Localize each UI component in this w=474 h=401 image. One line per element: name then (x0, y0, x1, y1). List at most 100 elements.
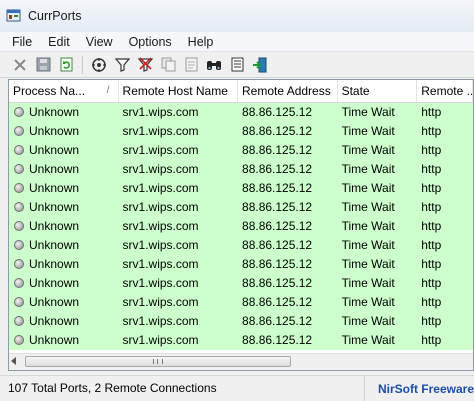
state-cell: Time Wait (341, 181, 395, 195)
remote-port-cell: http (421, 257, 442, 271)
remote-host-name-cell: srv1.wips.com (122, 105, 199, 119)
remote-host-name-cell: srv1.wips.com (122, 257, 199, 271)
remote-host-name-cell: srv1.wips.com (122, 200, 199, 214)
close-connections-icon[interactable] (10, 55, 30, 75)
remote-host-name-cell: srv1.wips.com (122, 238, 199, 252)
remote-host-name-cell: srv1.wips.com (122, 181, 199, 195)
state-cell: Time Wait (341, 238, 395, 252)
process-name-cell: Unknown (9, 122, 119, 141)
remote-address-cell: 88.86.125.12 (242, 257, 313, 271)
remote-address-cell: 88.86.125.12 (242, 124, 313, 138)
exit-icon[interactable] (250, 55, 270, 75)
table-row[interactable]: Unknown srv1.wips.com 88.86.125.12 Time Wai… (9, 103, 473, 122)
remote-port-cell: http (421, 162, 442, 176)
window-title: CurrPorts (28, 9, 82, 23)
process-status-icon (14, 297, 24, 307)
remote-host-name-cell: srv1.wips.com (122, 314, 199, 328)
remote-host-name-cell: srv1.wips.com (122, 219, 199, 233)
process-status-icon (14, 335, 24, 345)
remote-port-cell: http (421, 238, 442, 252)
process-status-icon (14, 183, 24, 193)
process-name-cell: Unknown (9, 293, 119, 312)
process-name-cell: Unknown (9, 331, 119, 350)
remote-address-cell: 88.86.125.12 (242, 105, 313, 119)
process-name-cell: Unknown (9, 160, 119, 179)
copy-icon[interactable] (158, 55, 178, 75)
horizontal-scrollbar[interactable] (9, 353, 473, 370)
state-cell: Time Wait (341, 162, 395, 176)
list-rows: Unknown srv1.wips.com 88.86.125.12 Time Wai… (9, 103, 473, 350)
remote-address-cell: 88.86.125.12 (242, 143, 313, 157)
menu-options[interactable]: Options (121, 32, 180, 52)
refresh-icon[interactable] (56, 55, 76, 75)
column-header-remote-address[interactable]: Remote Address (238, 80, 338, 102)
process-name-cell: Unknown (9, 312, 119, 331)
title-bar[interactable]: CurrPorts (0, 0, 474, 32)
remote-port-cell: http (421, 181, 442, 195)
remote-host-name-cell: srv1.wips.com (122, 143, 199, 157)
app-icon (6, 9, 21, 22)
table-row[interactable]: Unknown srv1.wips.com 88.86.125.12 Time Wai… (9, 198, 473, 217)
process-status-icon (14, 164, 24, 174)
process-status-icon (14, 126, 24, 136)
menu-help[interactable]: Help (180, 32, 222, 52)
scrollbar-thumb[interactable] (25, 356, 291, 367)
column-header-state[interactable]: State (338, 80, 418, 102)
table-row[interactable]: Unknown srv1.wips.com 88.86.125.12 Time Wai… (9, 331, 473, 350)
remote-port-cell: http (421, 105, 442, 119)
remote-port-cell: http (421, 124, 442, 138)
process-name-cell: Unknown (9, 274, 119, 293)
process-name-cell: Unknown (9, 179, 119, 198)
menu-view[interactable]: View (78, 32, 121, 52)
remote-port-cell: http (421, 143, 442, 157)
process-status-icon (14, 145, 24, 155)
state-cell: Time Wait (341, 219, 395, 233)
remote-port-cell: http (421, 295, 442, 309)
process-status-icon (14, 278, 24, 288)
html-report-icon[interactable] (227, 55, 247, 75)
remove-filter-icon[interactable] (135, 55, 155, 75)
remote-port-cell: http (421, 314, 442, 328)
process-status-icon (14, 107, 24, 117)
remote-host-name-cell: srv1.wips.com (122, 295, 199, 309)
ports-list[interactable]: Process Na... / Remote Host Name Remote … (8, 79, 474, 371)
remote-host-name-cell: srv1.wips.com (122, 333, 199, 347)
remote-address-cell: 88.86.125.12 (242, 200, 313, 214)
grip-icon (153, 359, 163, 364)
state-cell: Time Wait (341, 200, 395, 214)
table-row[interactable]: Unknown srv1.wips.com 88.86.125.12 Time Wai… (9, 255, 473, 274)
menu-edit[interactable]: Edit (40, 32, 78, 52)
remote-address-cell: 88.86.125.12 (242, 276, 313, 290)
table-row[interactable]: Unknown srv1.wips.com 88.86.125.12 Time Wai… (9, 179, 473, 198)
find-icon[interactable] (204, 55, 224, 75)
column-header-remote-port[interactable]: Remote ... (417, 80, 473, 102)
nirsoft-link[interactable]: NirSoft Freeware (365, 382, 474, 396)
table-row[interactable]: Unknown srv1.wips.com 88.86.125.12 Time Wai… (9, 217, 473, 236)
remote-address-cell: 88.86.125.12 (242, 314, 313, 328)
remote-host-name-cell: srv1.wips.com (122, 124, 199, 138)
state-cell: Time Wait (341, 333, 395, 347)
report-icon[interactable] (181, 55, 201, 75)
table-row[interactable]: Unknown srv1.wips.com 88.86.125.12 Time Wai… (9, 312, 473, 331)
save-icon[interactable] (33, 55, 53, 75)
process-name-cell: Unknown (9, 255, 119, 274)
table-row[interactable]: Unknown srv1.wips.com 88.86.125.12 Time Wai… (9, 274, 473, 293)
properties-icon[interactable] (89, 55, 109, 75)
table-row[interactable]: Unknown srv1.wips.com 88.86.125.12 Time Wai… (9, 236, 473, 255)
scroll-left-icon[interactable] (11, 357, 16, 365)
column-header-remote-host-name[interactable]: Remote Host Name (119, 80, 239, 102)
column-header-process-name[interactable]: Process Na... / (9, 80, 119, 102)
remote-address-cell: 88.86.125.12 (242, 333, 313, 347)
toolbar-separator (82, 55, 83, 74)
menu-bar: File Edit View Options Help (0, 32, 474, 52)
process-status-icon (14, 221, 24, 231)
filter-icon[interactable] (112, 55, 132, 75)
table-row[interactable]: Unknown srv1.wips.com 88.86.125.12 Time Wai… (9, 122, 473, 141)
process-status-icon (14, 259, 24, 269)
table-row[interactable]: Unknown srv1.wips.com 88.86.125.12 Time Wai… (9, 141, 473, 160)
table-row[interactable]: Unknown srv1.wips.com 88.86.125.12 Time Wai… (9, 160, 473, 179)
menu-file[interactable]: File (4, 32, 40, 52)
remote-port-cell: http (421, 200, 442, 214)
process-name-cell: Unknown (9, 236, 119, 255)
table-row[interactable]: Unknown srv1.wips.com 88.86.125.12 Time Wai… (9, 293, 473, 312)
